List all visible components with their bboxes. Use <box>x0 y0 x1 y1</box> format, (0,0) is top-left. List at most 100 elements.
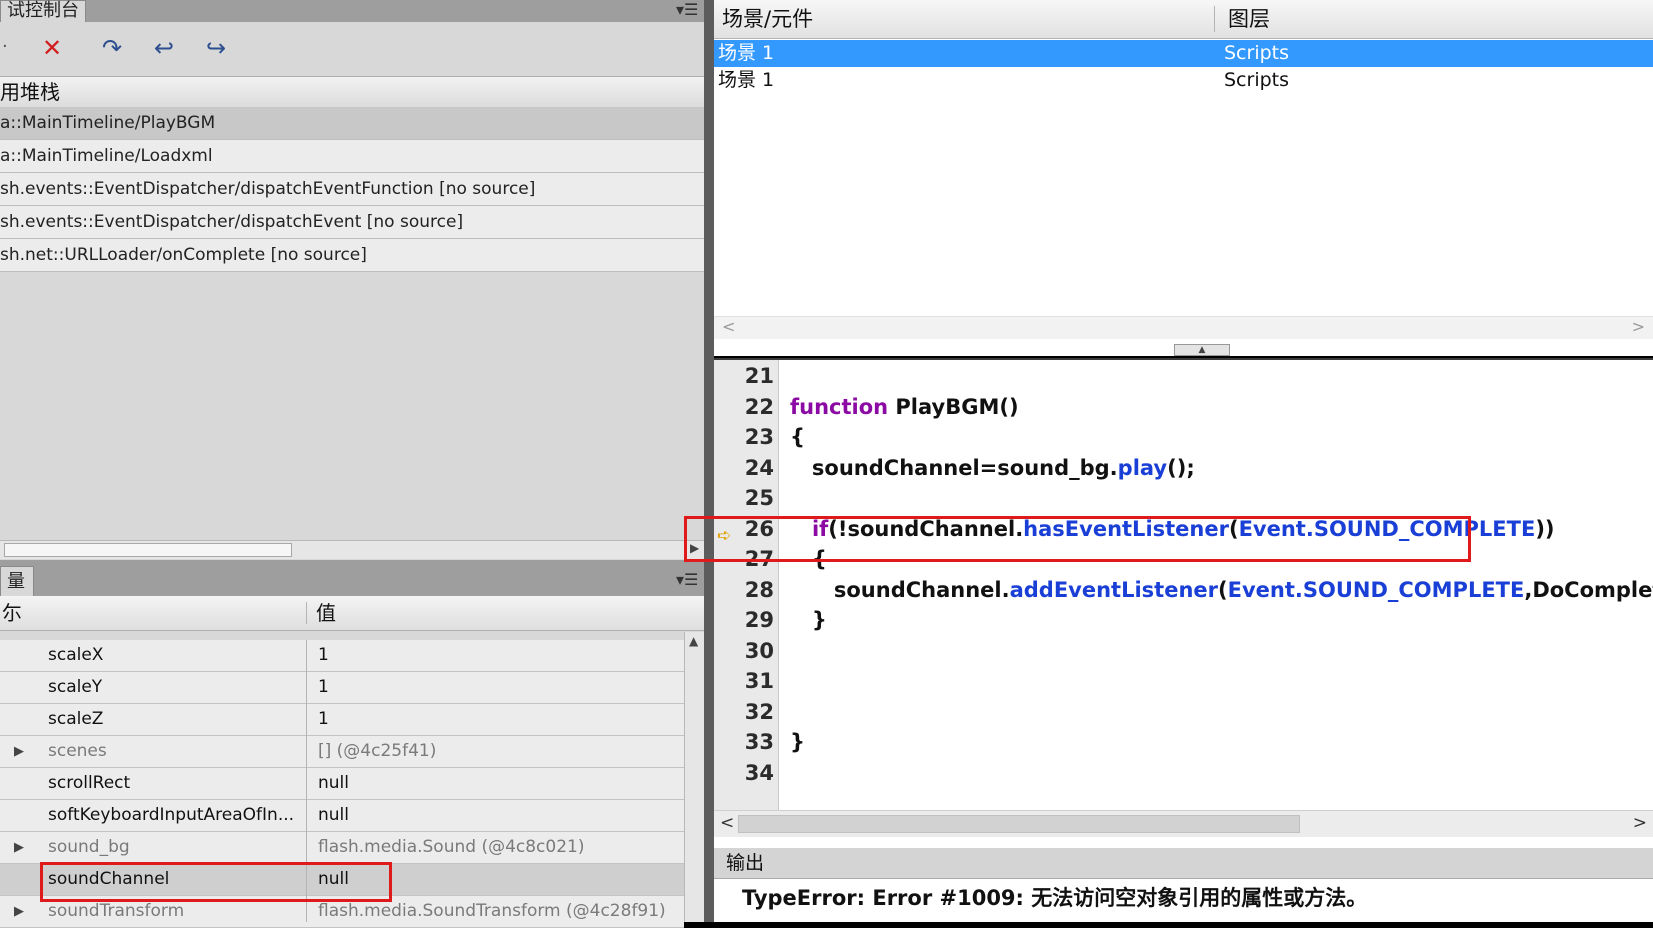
variable-value: 1 <box>318 709 329 729</box>
call-stack-row[interactable]: a::MainTimeline/Loadxml <box>0 140 704 173</box>
code-text: soundChannel.addEventListener(Event.SOUN… <box>790 577 1653 602</box>
line-number: 32 <box>744 699 774 724</box>
call-stack-hscrollbar[interactable]: ▶ <box>0 540 704 559</box>
line-number: 31 <box>744 669 774 693</box>
code-line[interactable]: 28 soundChannel.addEventListener(Event.S… <box>736 576 1653 607</box>
call-stack-row[interactable]: a::MainTimeline/PlayBGM <box>0 107 704 140</box>
variable-value: 1 <box>318 645 329 665</box>
variables-tabbar <box>0 560 704 597</box>
variables-vscrollbar[interactable]: ▲ <box>684 632 705 922</box>
code-line[interactable]: 25 <box>736 484 1653 515</box>
expand-icon[interactable]: ▶ <box>14 832 24 863</box>
scene-row[interactable]: 场景 1 Scripts <box>714 40 1653 67</box>
stop-icon: ✕ <box>41 34 63 62</box>
panel-divider[interactable] <box>704 0 714 922</box>
tab-debug-console[interactable]: 试控制台 <box>0 0 86 23</box>
line-number: 29 <box>744 608 774 632</box>
variable-name: scaleY <box>48 677 103 697</box>
scroll-right-icon[interactable]: > <box>1632 317 1645 336</box>
step-in-button[interactable]: ↩ <box>146 34 182 62</box>
scene-layer-header: 场景/元件 图层 <box>714 0 1653 39</box>
variable-row[interactable]: scaleY 1 <box>0 672 684 704</box>
tab-variables[interactable]: 量 <box>0 566 34 597</box>
editor-top-border <box>714 358 1653 360</box>
code-line[interactable]: 22 function PlayBGM() <box>736 393 1653 424</box>
stop-debugging-button[interactable]: ✕ <box>34 34 70 62</box>
code-line[interactable]: 34 <box>736 759 1653 790</box>
line-number: 25 <box>744 486 774 510</box>
column-header-name[interactable]: 尓 <box>2 596 22 630</box>
scrollbar-thumb[interactable] <box>4 543 292 557</box>
code-line[interactable]: 21 <box>736 362 1653 393</box>
scroll-left-icon[interactable]: < <box>722 317 735 336</box>
variable-row[interactable]: ▶ sound_bg flash.media.Sound (@4c8c021) <box>0 832 684 864</box>
code-line[interactable]: 24 soundChannel=sound_bg.play(); <box>736 454 1653 485</box>
scene-list: 场景 1 Scripts 场景 1 Scripts <box>714 40 1653 94</box>
scroll-up-icon[interactable]: ▲ <box>689 634 698 648</box>
debug-console-tabbar <box>0 0 704 23</box>
variable-row[interactable]: scaleZ 1 <box>0 704 684 736</box>
step-out-button[interactable]: ↪ <box>198 34 234 62</box>
panel-menu-icon[interactable]: ▾☰ <box>676 0 698 19</box>
step-out-icon: ↪ <box>205 34 227 62</box>
scene-name: 场景 1 <box>718 69 775 91</box>
line-number: 28 <box>744 577 774 602</box>
code-line[interactable]: 23 { <box>736 423 1653 454</box>
code-line[interactable]: 29 } <box>736 606 1653 637</box>
line-number: 30 <box>744 638 774 663</box>
column-separator[interactable] <box>306 602 307 624</box>
column-separator[interactable] <box>1214 6 1215 32</box>
code-line[interactable]: 30 <box>736 637 1653 668</box>
variable-name: scaleZ <box>48 709 104 729</box>
call-stack-list: a::MainTimeline/PlayBGM a::MainTimeline/… <box>0 107 704 272</box>
code-editor[interactable]: ➪ 21 22 function PlayBGM() 23{24 soundChann… <box>684 358 1653 848</box>
scroll-right-icon[interactable]: > <box>1633 813 1647 833</box>
output-panel: 输出 TypeError: Error #1009: 无法访问空对象引用的属性或… <box>714 848 1653 922</box>
call-stack-row[interactable]: sh.net::URLLoader/onComplete [no source] <box>0 239 704 272</box>
scroll-left-icon[interactable]: < <box>720 813 734 833</box>
line-number: 24 <box>744 455 774 480</box>
line-number: 33 <box>744 730 774 754</box>
output-tabbar: 输出 <box>714 848 1653 879</box>
code-line[interactable]: 32 <box>736 698 1653 729</box>
variable-value: null <box>318 805 349 825</box>
scrollbar-thumb[interactable] <box>738 815 1300 833</box>
code-line[interactable]: 33} <box>736 728 1653 759</box>
splitter-handle[interactable]: ▲ <box>1174 344 1230 356</box>
variable-row[interactable]: softKeyboardInputAreaOfIn... null <box>0 800 684 832</box>
code-text: function PlayBGM() <box>790 394 1019 419</box>
breakpoint-gutter[interactable] <box>714 360 737 810</box>
code-text: { <box>790 425 805 449</box>
column-header-layer[interactable]: 图层 <box>1228 0 1270 38</box>
layer-name: Scripts <box>1224 42 1290 64</box>
scene-row[interactable]: 场景 1 Scripts <box>714 67 1653 94</box>
expand-icon[interactable]: ▶ <box>14 896 24 927</box>
expand-icon[interactable]: ▶ <box>14 736 24 767</box>
call-stack-header: 用堆栈 <box>0 76 704 108</box>
highlight-box-line-26 <box>684 516 1471 562</box>
variable-value: 1 <box>318 677 329 697</box>
panel-menu-icon[interactable]: ▾☰ <box>676 570 698 589</box>
variable-value: null <box>318 773 349 793</box>
layer-name: Scripts <box>1224 69 1290 91</box>
debug-console-panel: 试控制台 ▾☰ · ✕ ↷ ↩ ↪ 用堆栈 a::MainTimeline/Pl… <box>0 0 705 928</box>
column-header-scene[interactable]: 场景/元件 <box>722 0 813 38</box>
line-number: 34 <box>744 760 774 785</box>
variable-name: sound_bg <box>48 837 130 857</box>
code-line[interactable]: 31 <box>736 667 1653 698</box>
call-stack-row[interactable]: sh.events::EventDispatcher/dispatchEvent… <box>0 206 704 239</box>
tab-output[interactable]: 输出 <box>726 848 764 878</box>
variable-name: scrollRect <box>48 773 131 793</box>
variable-row[interactable]: scrollRect null <box>0 768 684 800</box>
variable-row[interactable]: ▶ scenes [] (@4c25f41) <box>0 736 684 768</box>
editor-hscrollbar[interactable]: < > <box>714 810 1653 837</box>
variable-value: [] (@4c25f41) <box>318 741 437 761</box>
code-text: soundChannel=sound_bg.play(); <box>790 455 1195 480</box>
scene-layer-panel: 场景/元件 图层 场景 1 Scripts 场景 1 Scripts < > ▲ <box>714 0 1653 356</box>
scene-hscrollbar[interactable]: < > <box>714 316 1653 339</box>
step-over-button[interactable]: ↷ <box>94 34 130 62</box>
call-stack-row[interactable]: sh.events::EventDispatcher/dispatchEvent… <box>0 173 704 206</box>
variable-row[interactable]: scaleX 1 <box>0 640 684 672</box>
column-header-value[interactable]: 值 <box>316 596 336 630</box>
code-text: } <box>790 608 827 632</box>
